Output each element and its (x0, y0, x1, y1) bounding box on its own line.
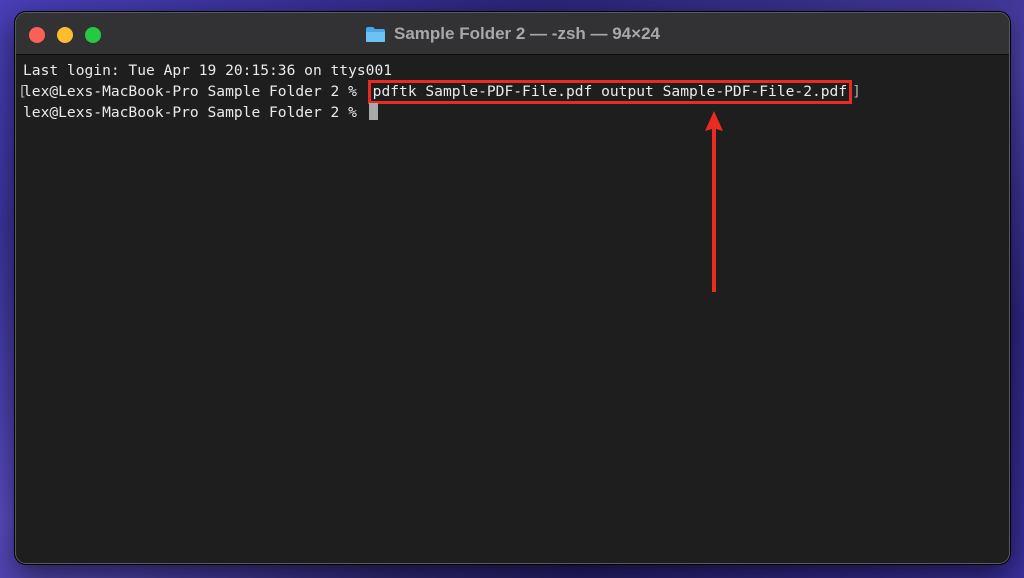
terminal-output[interactable]: Last login: Tue Apr 19 20:15:36 on ttys0… (16, 56, 1009, 563)
folder-icon (366, 26, 386, 42)
line-mark-close: ] (852, 83, 861, 100)
last-login-line: Last login: Tue Apr 19 20:15:36 on ttys0… (23, 62, 393, 79)
current-prompt-line[interactable]: lex@Lexs-MacBook-Pro Sample Folder 2 % (23, 102, 1009, 123)
command-line: [lex@Lexs-MacBook-Pro Sample Folder 2 % … (18, 80, 1009, 104)
arrow-up-icon (705, 111, 723, 292)
prompt-text: lex@Lexs-MacBook-Pro Sample Folder 2 % (23, 104, 366, 121)
line-mark-open: [ (18, 83, 27, 100)
window-title: Sample Folder 2 — -zsh — 94×24 (394, 24, 660, 43)
prompt-text: lex@Lexs-MacBook-Pro Sample Folder 2 % (23, 83, 366, 100)
title-bar[interactable]: Sample Folder 2 — -zsh — 94×24 (16, 13, 1009, 55)
highlighted-command: pdftk Sample-PDF-File.pdf output Sample-… (367, 80, 853, 104)
terminal-window[interactable]: Sample Folder 2 — -zsh — 94×24 Last logi… (15, 12, 1010, 564)
command-text: pdftk Sample-PDF-File.pdf output Sample-… (372, 83, 848, 100)
window-title-group: Sample Folder 2 — -zsh — 94×24 (16, 13, 1009, 55)
text-cursor[interactable] (368, 103, 378, 120)
